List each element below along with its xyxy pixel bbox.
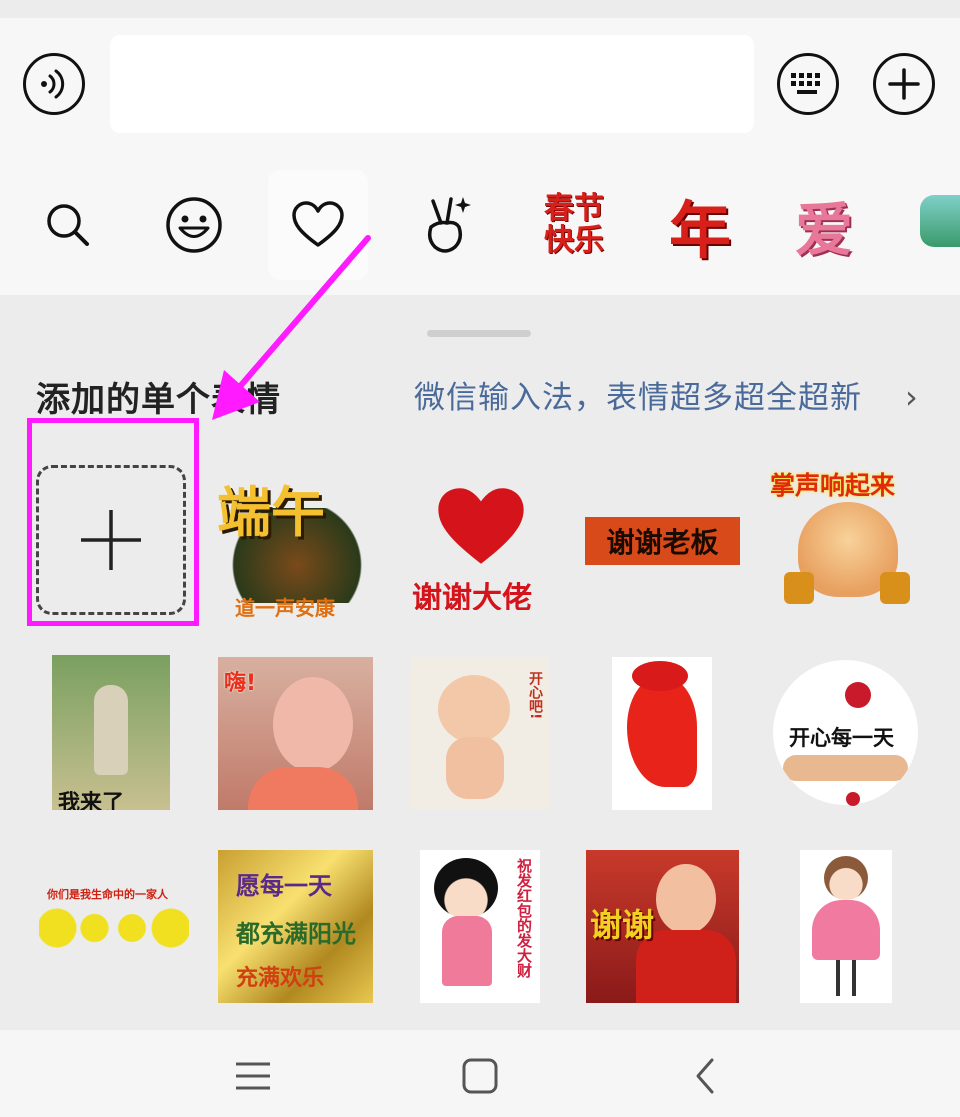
- sticker-thumbnail: [920, 195, 960, 247]
- sticker-text: 祝发红包的发大财: [515, 858, 533, 978]
- menu-icon: [236, 1062, 270, 1090]
- home-button[interactable]: [460, 1056, 500, 1096]
- tab-ai[interactable]: 爱: [774, 170, 874, 280]
- sticker-text: 充满欢乐: [236, 966, 325, 991]
- back-button[interactable]: [688, 1056, 722, 1096]
- sticker-thank-boss-banner[interactable]: 谢谢老板: [585, 517, 740, 565]
- sticker-text: 谢谢: [590, 906, 655, 944]
- sticker-text: 嗨!: [224, 671, 257, 696]
- back-chevron-icon: [696, 1058, 714, 1094]
- keyboard-icon: [791, 73, 820, 94]
- sticker-duanwu[interactable]: 端午 道一声安康: [217, 468, 375, 618]
- rose-petal: [846, 792, 860, 806]
- sticker-text: 掌声响起来: [770, 471, 896, 500]
- tab-spring-festival[interactable]: 春节 快乐: [524, 170, 624, 280]
- sticker-happy-baby[interactable]: 开心吧!: [410, 657, 550, 810]
- girl-face: [273, 677, 353, 772]
- sticker-text: 开心吧!: [527, 671, 543, 720]
- baby-figure: [438, 675, 510, 743]
- annotation-arrow: [212, 235, 371, 420]
- tab-nian[interactable]: 年: [650, 170, 750, 280]
- sticker-red-fish[interactable]: [612, 657, 712, 810]
- victory-hand-icon: [427, 197, 471, 253]
- promo-link[interactable]: 微信输入法，表情超多超全超新: [414, 372, 862, 417]
- sticker-text: 道一声安康: [235, 596, 335, 618]
- red-heart-icon: [438, 488, 524, 564]
- tab-search[interactable]: [18, 170, 118, 280]
- sticker-text: 谢谢大佬: [412, 581, 532, 610]
- girl-head: [824, 856, 868, 900]
- sticker-family[interactable]: 你们是我生命中的一家人: [33, 880, 193, 960]
- highlight-box: [27, 418, 199, 626]
- message-input[interactable]: [110, 35, 754, 133]
- sticker-text: 我来了: [58, 791, 125, 810]
- sticker-text: 谢谢老板: [606, 526, 719, 559]
- sticker-text: 你们是我生命中的一家人: [47, 888, 168, 901]
- ai-label: 爱: [794, 196, 853, 264]
- home-square-icon: [462, 1058, 498, 1094]
- chick-figures: [39, 906, 189, 950]
- sticker-text: 开心每一天: [789, 726, 894, 750]
- sticker-text: 都充满阳光: [236, 920, 356, 948]
- voice-button[interactable]: [23, 53, 85, 115]
- drag-handle[interactable]: [427, 330, 531, 337]
- plus-circle-icon: [888, 68, 920, 100]
- tab-more-stickers[interactable]: [920, 195, 960, 247]
- sticker-happy-every-day[interactable]: 开心每一天: [773, 660, 918, 805]
- sticker-pink-girl[interactable]: [800, 850, 892, 1003]
- sticker-here-i-come[interactable]: 我来了: [52, 655, 170, 810]
- voice-icon: [41, 69, 65, 99]
- rose-icon: [845, 682, 871, 708]
- red-fish: [627, 677, 697, 787]
- sticker-every-day-sunshine[interactable]: 愿每一天 都充满阳光 充满欢乐: [218, 850, 373, 1003]
- sticker-hi-girl[interactable]: 嗨!: [218, 657, 373, 810]
- search-icon: [47, 204, 89, 246]
- girl-head: [434, 858, 498, 918]
- status-strip: [0, 0, 960, 18]
- more-button[interactable]: [873, 53, 935, 115]
- sticker-red-envelope-girl[interactable]: 祝发红包的发大财: [420, 850, 540, 1003]
- sticker-text: 愿每一天: [236, 872, 332, 900]
- tab-gesture[interactable]: [395, 170, 495, 280]
- sticker-applause[interactable]: 掌声响起来: [770, 462, 925, 612]
- recent-apps-button[interactable]: [232, 1056, 274, 1096]
- spring-festival-label: 春节 快乐: [544, 191, 604, 258]
- sticker-thanks-boss-heart[interactable]: 谢谢大佬: [410, 485, 550, 610]
- sticker-thanks-woman[interactable]: 谢谢: [586, 850, 739, 1003]
- old-man-figure: [94, 685, 128, 775]
- sticker-text: 端午: [217, 481, 325, 544]
- woman-face: [656, 864, 716, 934]
- nian-label: 年: [668, 194, 731, 267]
- keyboard-button[interactable]: [777, 53, 839, 115]
- chevron-right-icon[interactable]: ›: [905, 378, 918, 416]
